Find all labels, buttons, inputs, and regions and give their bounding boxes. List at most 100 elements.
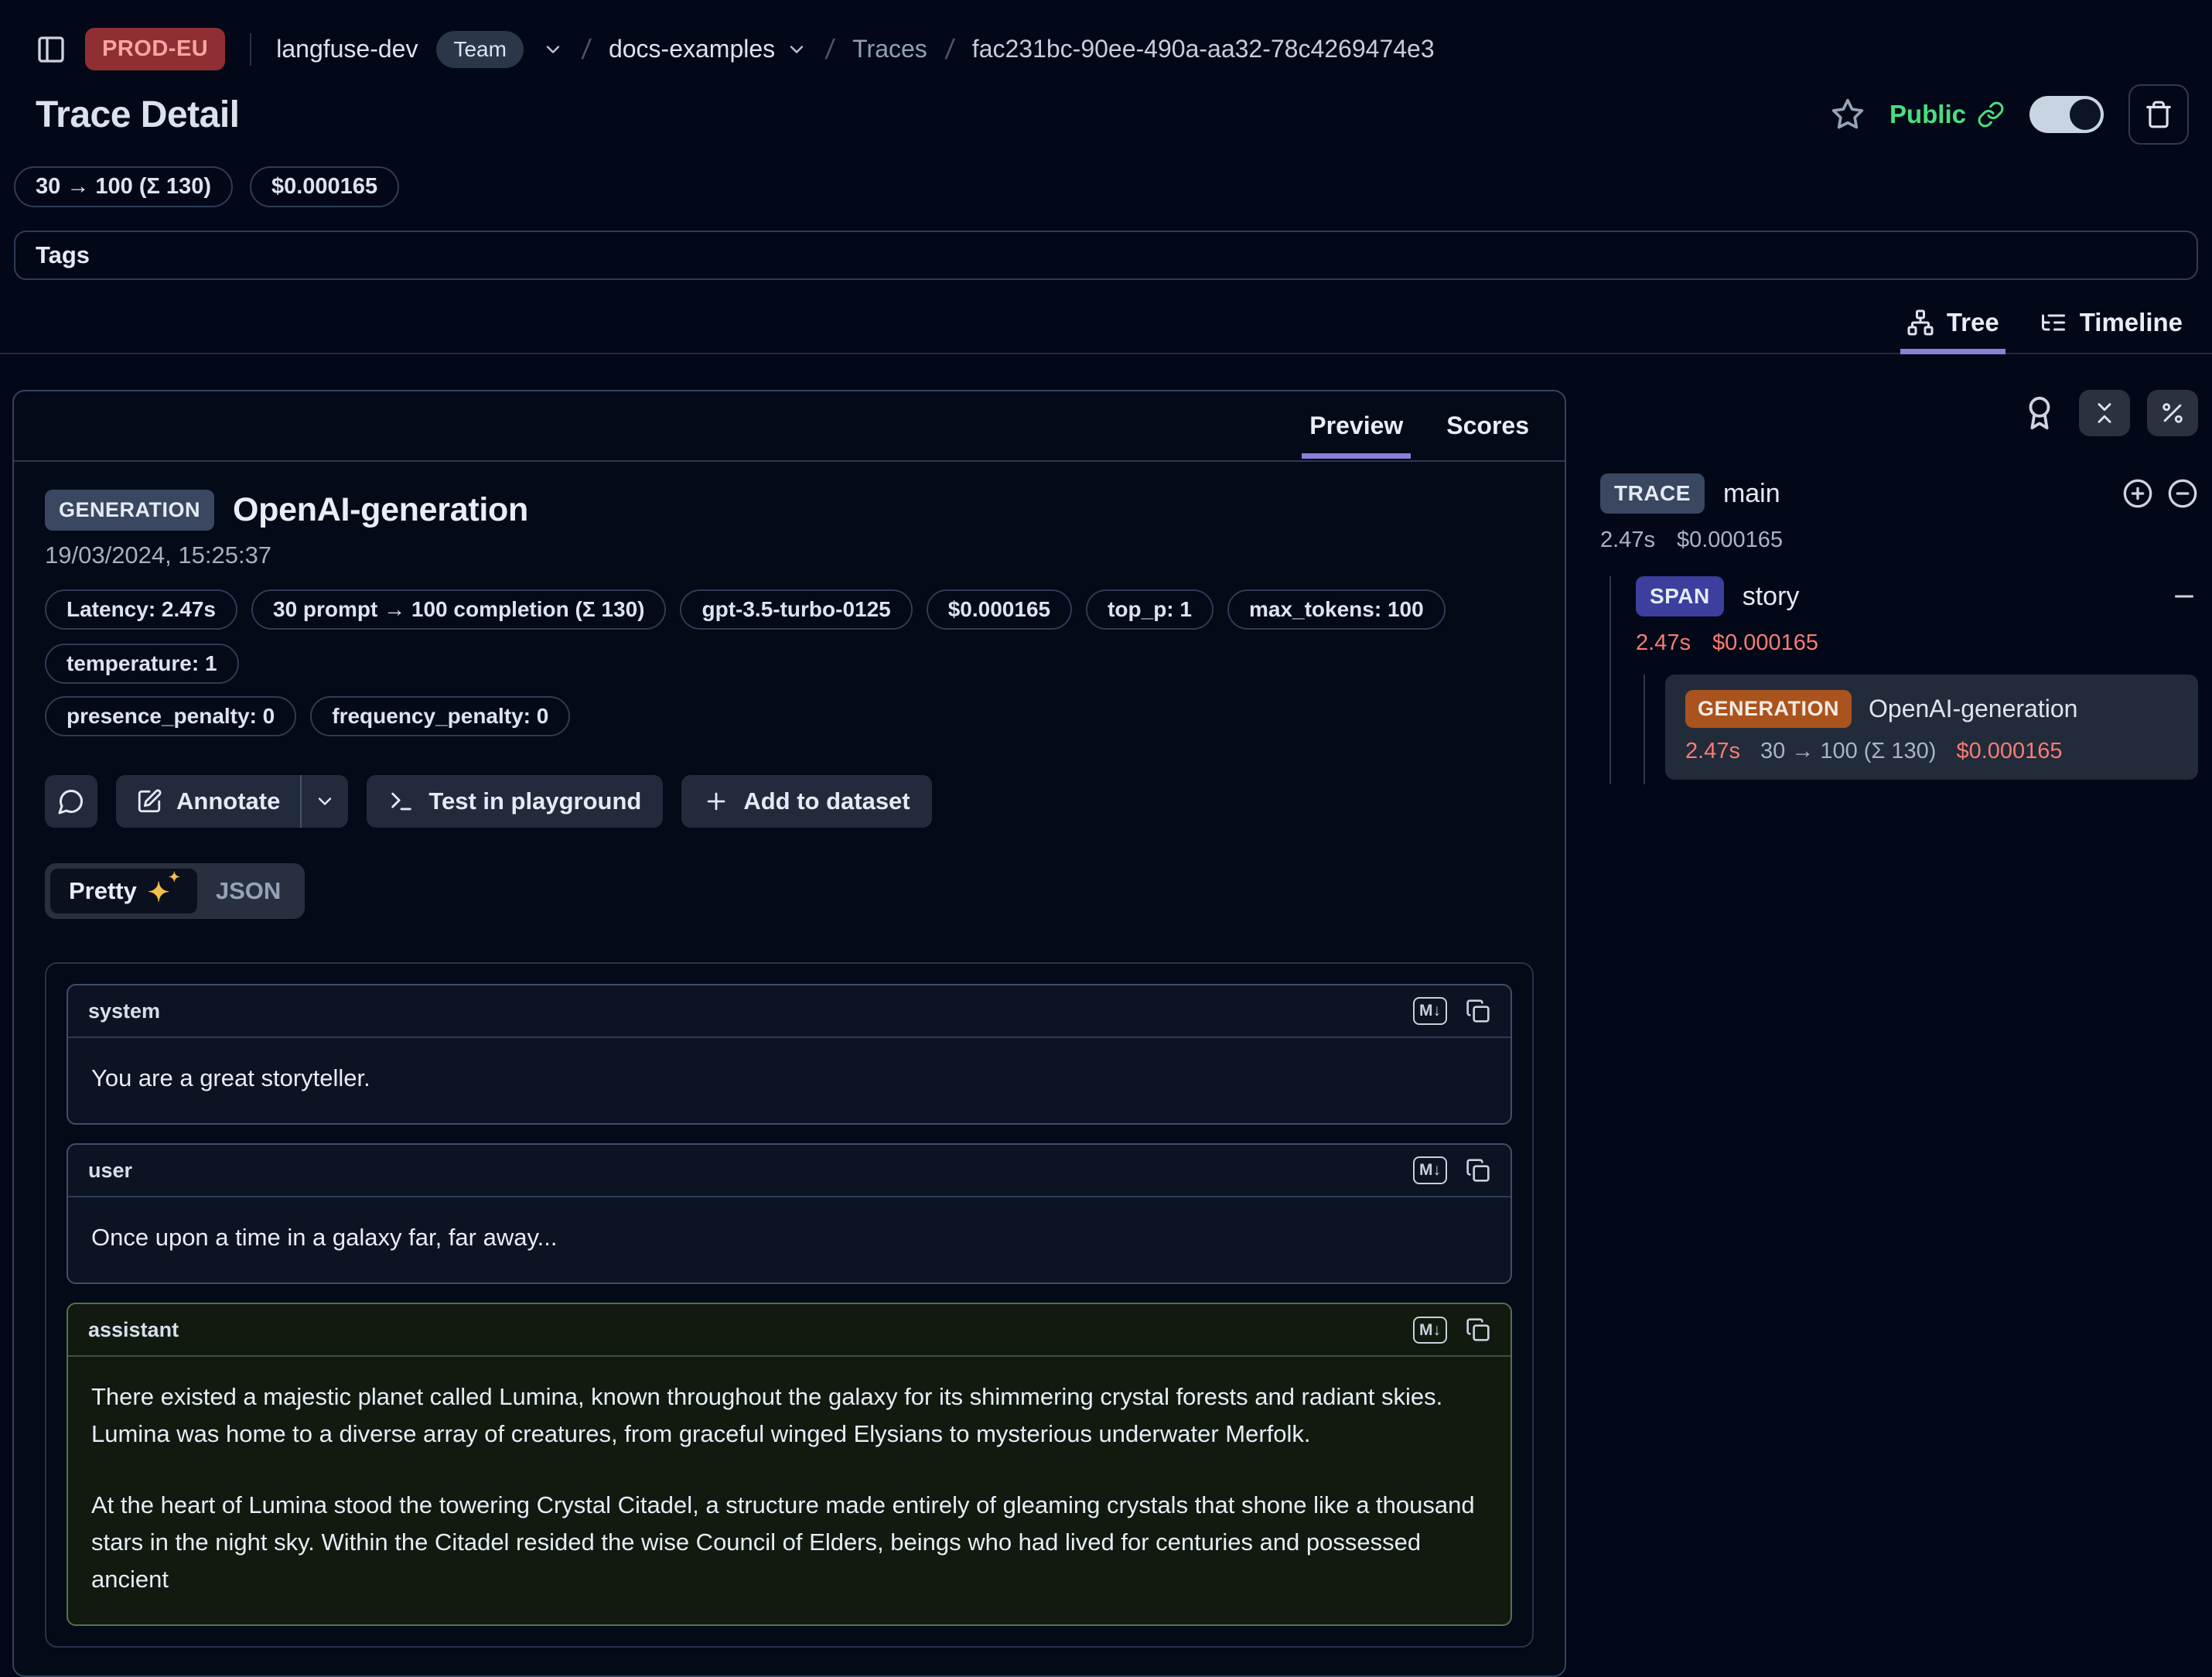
generation-meta-badges-row1: Latency: 2.47s 30 prompt → 100 completio… xyxy=(45,589,1534,684)
format-toggle: Pretty ✦✦ JSON xyxy=(45,863,305,919)
trace-children: SPAN story 2.47s $0.000165 GENERATION Op… xyxy=(1610,576,2198,784)
message-tools: M↓ xyxy=(1413,1317,1490,1344)
markdown-toggle-icon[interactable]: M↓ xyxy=(1413,1156,1447,1183)
circle-minus-icon[interactable] xyxy=(2167,478,2198,509)
star-icon[interactable] xyxy=(1831,97,1865,131)
public-link[interactable]: Public xyxy=(1889,100,2005,129)
presence-penalty-badge: presence_penalty: 0 xyxy=(45,696,296,736)
percent-metrics-button[interactable] xyxy=(2147,390,2198,436)
sidebar-toggle-icon[interactable] xyxy=(36,34,67,65)
percent-icon xyxy=(2159,400,2186,426)
message-role: user xyxy=(88,1159,132,1183)
page-title: Trace Detail xyxy=(36,94,239,136)
generation-type-badge: GENERATION xyxy=(1685,690,1852,728)
generation-name: OpenAI-generation xyxy=(1869,695,2077,723)
edit-icon xyxy=(136,788,162,815)
main-content: Preview Scores GENERATION OpenAI-generat… xyxy=(0,354,2212,1677)
annotate-button[interactable]: Annotate xyxy=(116,775,300,828)
add-to-dataset-button[interactable]: Add to dataset xyxy=(681,775,931,828)
tree-node-generation-selected[interactable]: GENERATION OpenAI-generation 2.47s 30 → … xyxy=(1665,675,2198,780)
token-usage-badge: 30 prompt → 100 completion (Σ 130) xyxy=(251,589,666,630)
message-tools: M↓ xyxy=(1413,997,1490,1024)
test-in-playground-button[interactable]: Test in playground xyxy=(367,775,663,828)
breadcrumb-slash: / xyxy=(824,33,836,66)
breadcrumb-trace-id: fac231bc-90ee-490a-aa32-78c4269474e3 xyxy=(972,35,1435,63)
trace-token-usage-badge: 30 → 100 (Σ 130) xyxy=(14,166,233,207)
span-name: story xyxy=(1743,582,1800,612)
generation-header: GENERATION OpenAI-generation xyxy=(45,490,1534,531)
delete-trace-button[interactable] xyxy=(2128,84,2189,145)
span-children: GENERATION OpenAI-generation 2.47s 30 → … xyxy=(1644,675,2198,784)
trace-cost-badge: $0.000165 xyxy=(250,166,399,207)
breadcrumb-divider xyxy=(250,33,251,66)
message-role: system xyxy=(88,999,160,1023)
frequency-penalty-badge: frequency_penalty: 0 xyxy=(310,696,570,736)
trace-badges-row: 30 → 100 (Σ 130) $0.000165 xyxy=(0,145,2212,207)
chevron-down-icon[interactable] xyxy=(786,39,807,60)
span-type-badge: SPAN xyxy=(1636,576,1724,616)
latency-badge: Latency: 2.47s xyxy=(45,589,237,630)
breadcrumb-slash: / xyxy=(944,33,956,66)
tab-timeline[interactable]: Timeline xyxy=(2026,302,2197,353)
trace-latency: 2.47s xyxy=(1600,528,1655,553)
generation-meta-badges-row2: presence_penalty: 0 frequency_penalty: 0 xyxy=(45,696,1534,736)
breadcrumb-project[interactable]: docs-examples xyxy=(609,35,807,63)
message-role: assistant xyxy=(88,1318,179,1342)
annotate-dropdown-button[interactable] xyxy=(300,775,348,828)
collapse-node-icon[interactable] xyxy=(2170,582,2198,610)
tab-preview[interactable]: Preview xyxy=(1291,391,1422,460)
plus-icon xyxy=(703,788,729,815)
chevron-down-icon xyxy=(314,791,336,812)
award-icon[interactable] xyxy=(2022,395,2057,431)
generation-title: OpenAI-generation xyxy=(233,491,528,529)
tags-input[interactable]: Tags xyxy=(14,231,2198,280)
format-pretty-chip[interactable]: Pretty ✦✦ xyxy=(50,869,197,914)
link-icon xyxy=(1977,101,2005,128)
format-json-chip[interactable]: JSON xyxy=(197,869,299,914)
model-badge: gpt-3.5-turbo-0125 xyxy=(680,589,912,630)
breadcrumb-slash: / xyxy=(580,33,592,66)
tab-tree[interactable]: Tree xyxy=(1893,302,2013,353)
circle-plus-icon[interactable] xyxy=(2122,478,2153,509)
trace-name: main xyxy=(1723,479,1780,509)
trace-cost: $0.000165 xyxy=(1677,528,1783,553)
markdown-toggle-icon[interactable]: M↓ xyxy=(1413,997,1447,1024)
public-toggle[interactable] xyxy=(2029,96,2104,133)
breadcrumb-org[interactable]: langfuse-dev xyxy=(276,35,418,63)
copy-icon[interactable] xyxy=(1466,1158,1490,1183)
max-tokens-badge: max_tokens: 100 xyxy=(1227,589,1446,630)
comment-icon xyxy=(57,787,85,815)
message-system: system M↓ You are a great storyteller. xyxy=(67,984,1512,1125)
span-latency: 2.47s xyxy=(1636,630,1691,656)
observation-card: Preview Scores GENERATION OpenAI-generat… xyxy=(12,390,1566,1677)
generation-cost: $0.000165 xyxy=(1956,739,2062,764)
generation-metrics: 2.47s 30 → 100 (Σ 130) $0.000165 xyxy=(1685,739,2178,764)
trace-metrics: 2.47s $0.000165 xyxy=(1600,528,2198,553)
generation-type-badge: GENERATION xyxy=(45,490,214,531)
copy-icon[interactable] xyxy=(1466,999,1490,1023)
generation-token-usage: 30 → 100 (Σ 130) xyxy=(1760,739,1937,764)
view-tabs: Tree Timeline xyxy=(0,280,2212,354)
breadcrumb-section[interactable]: Traces xyxy=(852,35,927,63)
assistant-paragraph: There existed a majestic planet called L… xyxy=(91,1378,1487,1453)
message-header: system M↓ xyxy=(68,985,1511,1038)
message-assistant: assistant M↓ There existed a majestic pl… xyxy=(67,1303,1512,1626)
trace-tree-panel: TRACE main 2.47s $0.000165 SPAN story xyxy=(1600,390,2200,784)
tree-node-span[interactable]: SPAN story xyxy=(1636,576,2198,616)
message-content: You are a great storyteller. xyxy=(68,1038,1511,1123)
page-header: Trace Detail Public xyxy=(0,70,2212,145)
chevron-down-icon[interactable] xyxy=(542,39,564,60)
actions-row: Annotate Test in playground Add to datas… xyxy=(45,775,1534,828)
span-cost: $0.000165 xyxy=(1712,630,1818,656)
tags-label: Tags xyxy=(36,241,90,269)
comment-button[interactable] xyxy=(45,775,97,828)
copy-icon[interactable] xyxy=(1466,1317,1490,1342)
markdown-toggle-icon[interactable]: M↓ xyxy=(1413,1317,1447,1344)
temperature-badge: temperature: 1 xyxy=(45,644,239,684)
top-p-badge: top_p: 1 xyxy=(1086,589,1214,630)
observation-body: GENERATION OpenAI-generation 19/03/2024,… xyxy=(14,462,1565,1675)
tab-scores[interactable]: Scores xyxy=(1428,391,1548,460)
message-content: There existed a majestic planet called L… xyxy=(68,1357,1511,1624)
collapse-all-button[interactable] xyxy=(2079,390,2130,436)
tree-node-trace[interactable]: TRACE main xyxy=(1600,473,2198,514)
